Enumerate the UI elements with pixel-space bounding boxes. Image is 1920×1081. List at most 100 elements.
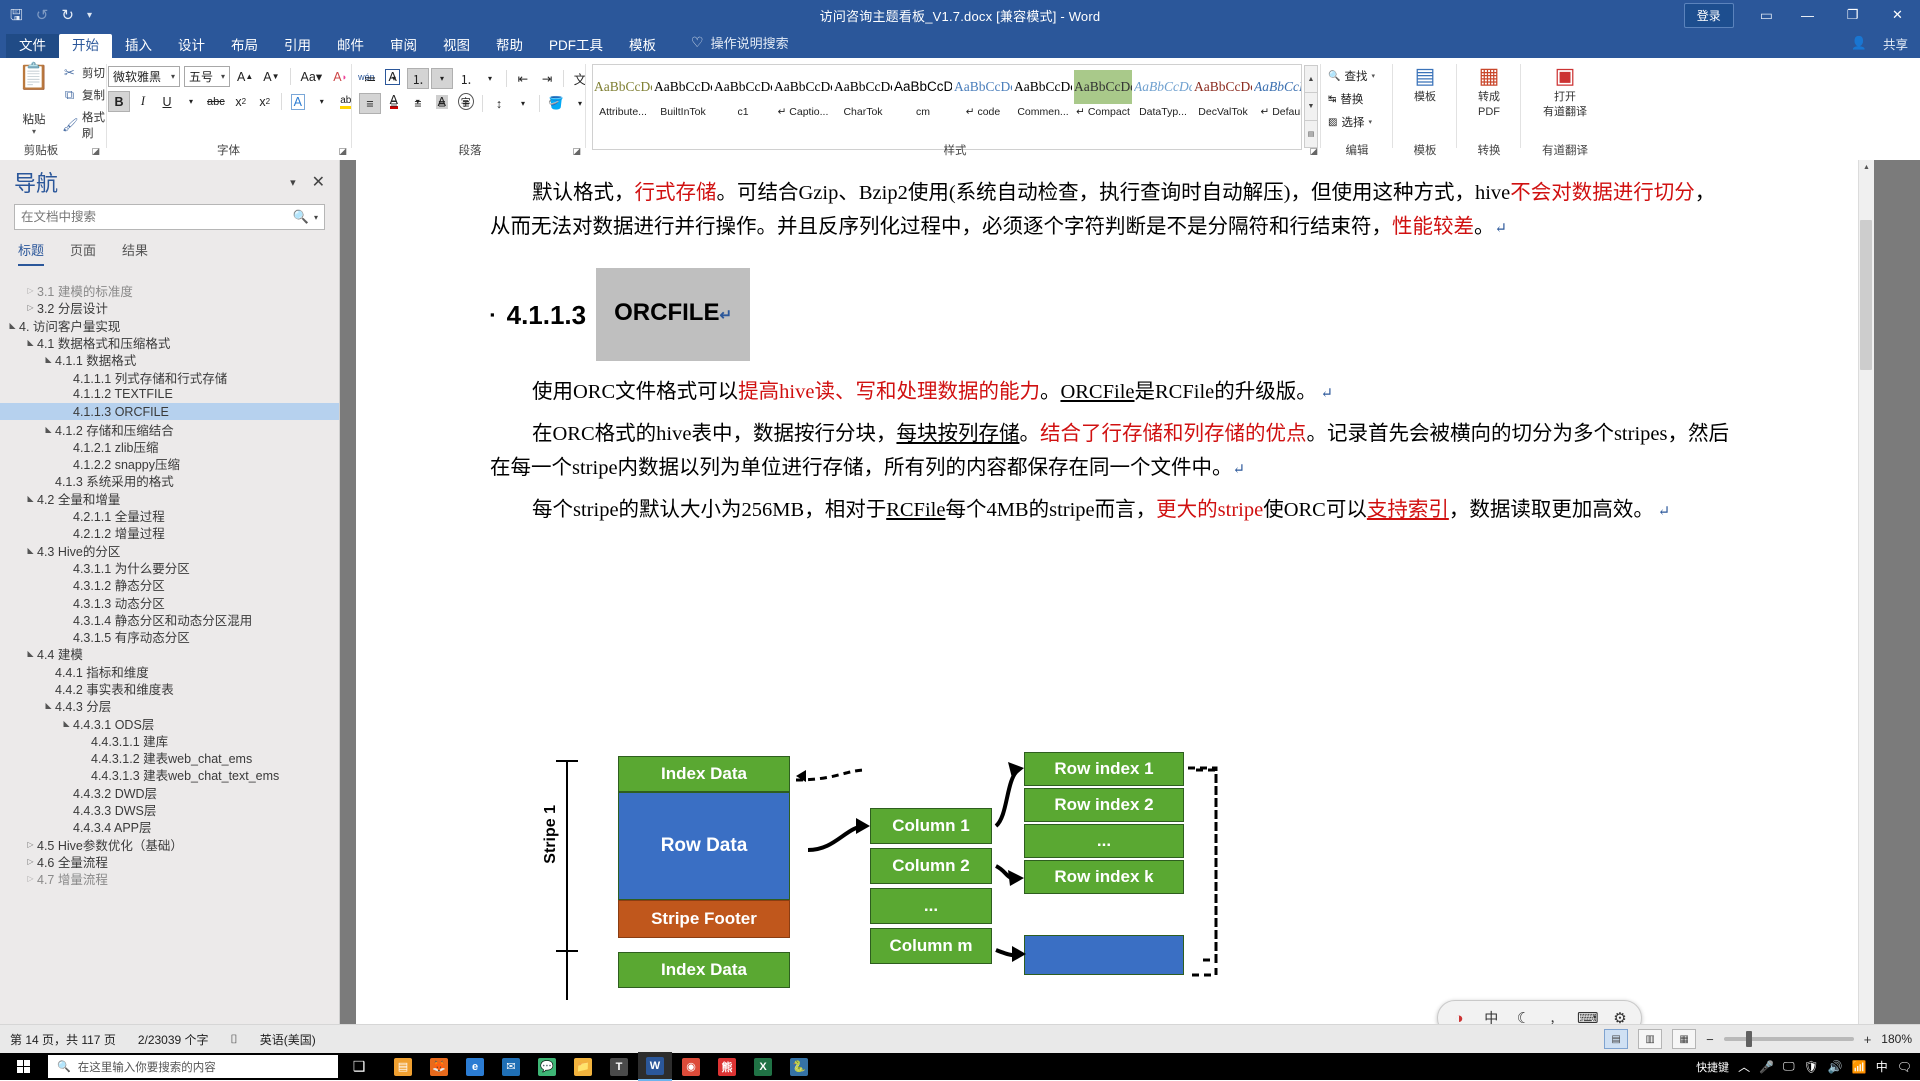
start-button[interactable] [0, 1053, 46, 1080]
language-indicator[interactable]: 英语(美国) [260, 1031, 316, 1048]
zoom-in-button[interactable]: + [1864, 1032, 1872, 1047]
nav-tree-item-1[interactable]: ▷ 3.2 分层设计 [0, 299, 339, 316]
numbering-button[interactable]: ⒈ [407, 68, 429, 89]
nav-tab-results[interactable]: 结果 [122, 240, 148, 266]
firefox-taskbar-icon[interactable]: 🦊 [422, 1053, 456, 1080]
align-center-button[interactable]: ≡ [383, 93, 405, 114]
select-chevron-down-icon[interactable]: ▾ [1368, 118, 1372, 126]
nav-tree-item-19[interactable]: ·4.3.1.4 静态分区和动态分区混用 [0, 611, 339, 628]
nav-tree-item-25[interactable]: ◢ 4.4.3.1 ODS层 [0, 714, 339, 732]
nav-tree-item-33[interactable]: ▷ 4.6 全量流程 [0, 853, 339, 870]
clipboard-dialog-launcher[interactable]: ◪ [91, 146, 100, 157]
line-spacing-chevron-down-icon[interactable]: ▾ [512, 93, 534, 114]
minimize-button[interactable]: — [1785, 0, 1830, 30]
navigation-search-box[interactable]: 🔍 ▾ [14, 204, 325, 230]
replace-button[interactable]: ↹ 替换 [1328, 91, 1375, 107]
nav-tree-item-14[interactable]: ·4.2.1.2 增量过程 [0, 524, 339, 541]
triangle-down-icon[interactable]: ◢ [6, 321, 19, 330]
search-options-chevron-down-icon[interactable]: ▾ [311, 213, 324, 222]
paragraph-orc-capability[interactable]: 使用ORC文件格式可以提高hive读、写和处理数据的能力。ORCFile是RCF… [490, 375, 1730, 411]
tab-review[interactable]: 审阅 [377, 34, 430, 59]
distribute-button[interactable]: ≡ [455, 93, 477, 114]
tab-layout[interactable]: 布局 [218, 34, 271, 59]
nav-tree-item-28[interactable]: ·4.4.3.1.3 建表web_chat_text_ems [0, 766, 339, 783]
nav-tree-item-11[interactable]: ·4.1.3 系统采用的格式 [0, 472, 339, 489]
nav-tree-item-9[interactable]: ·4.1.2.1 zlib压缩 [0, 438, 339, 455]
line-spacing-button[interactable]: ↕ [488, 93, 510, 114]
nav-tree-item-29[interactable]: ·4.4.3.2 DWD层 [0, 784, 339, 801]
increase-indent-button[interactable]: ⇥ [536, 68, 558, 89]
document-page[interactable]: 默认格式，行式存储。可结合Gzip、Bzip2使用(系统自动检查，执行查询时自动… [356, 160, 1874, 1025]
underline-chevron-down-icon[interactable]: ▾ [180, 91, 202, 112]
close-button[interactable]: ✕ [1875, 0, 1920, 30]
text-effects-chevron-down-icon[interactable]: ▾ [311, 91, 333, 112]
style-tile-8[interactable]: AaBbCcDdl ↵ Compact [1073, 65, 1133, 149]
triangle-down-icon[interactable]: ◢ [42, 355, 55, 364]
navigation-heading-tree[interactable]: ▷ 3.1 建模的标准度 ▷ 3.2 分层设计 ◢ 4. 访问客户量实现 ◢ 4.1 数据格式… [0, 280, 339, 1025]
tab-mailings[interactable]: 邮件 [324, 34, 377, 59]
style-tile-10[interactable]: AaBbCcDc DecValTok [1193, 65, 1253, 149]
style-tile-6[interactable]: AaBbCcDc ↵ code [953, 65, 1013, 149]
view-web-layout-icon[interactable]: ▥ [1638, 1029, 1663, 1049]
bold-button[interactable]: B [108, 91, 130, 112]
share-area[interactable]: 👤 共享 [1851, 34, 1908, 53]
triangle-down-icon[interactable]: ◢ [42, 425, 55, 434]
nav-tree-item-30[interactable]: ·4.4.3.3 DWS层 [0, 801, 339, 818]
wechat-taskbar-icon[interactable]: 💬 [530, 1053, 564, 1080]
nav-tree-item-5[interactable]: ·4.1.1.1 列式存储和行式存储 [0, 368, 339, 386]
nav-tree-item-27[interactable]: ·4.4.3.1.2 建表web_chat_ems [0, 749, 339, 766]
template-button[interactable]: ▤ 模板 [1400, 64, 1450, 104]
nav-tree-item-3[interactable]: ◢ 4.1 数据格式和压缩格式 [0, 334, 339, 351]
nav-tree-item-8[interactable]: ◢ 4.1.2 存储和压缩结合 [0, 420, 339, 438]
tab-home[interactable]: 开始 [59, 33, 112, 58]
zoom-slider[interactable] [1723, 1031, 1854, 1047]
styles-scroll-down-icon[interactable]: ▼ [1304, 92, 1318, 121]
nav-tree-item-15[interactable]: ◢ 4.3 Hive的分区 [0, 541, 339, 559]
nav-tab-headings[interactable]: 标题 [18, 240, 45, 266]
tab-design[interactable]: 设计 [165, 34, 218, 59]
grow-font-button[interactable]: A ▲ [234, 66, 256, 87]
cut-button[interactable]: ✂ 剪切 [62, 65, 106, 81]
font-dialog-launcher[interactable]: ◪ [338, 146, 347, 157]
italic-button[interactable]: I [132, 91, 154, 112]
tab-view[interactable]: 视图 [430, 34, 483, 59]
copy-button[interactable]: ⧉ 复制 [62, 87, 106, 103]
folder-taskbar-icon[interactable]: 📁 [566, 1053, 600, 1080]
paragraph-stripe-size[interactable]: 每个stripe的默认大小为256MB，相对于RCFile每个4MB的strip… [490, 493, 1730, 529]
style-tile-4[interactable]: AaBbCcDc CharTok [833, 65, 893, 149]
format-painter-button[interactable]: 🖌 格式刷 [62, 109, 106, 141]
search-icon[interactable]: 🔍 [291, 209, 311, 225]
styles-gallery-scroll[interactable]: ▲ ▼ ▤ [1304, 65, 1318, 148]
nav-tree-item-31[interactable]: ·4.4.3.4 APP层 [0, 818, 339, 835]
style-tile-5[interactable]: AaBbCcD cm [893, 65, 953, 149]
styles-dialog-launcher[interactable]: ◪ [1309, 146, 1318, 157]
search-input[interactable] [15, 210, 291, 224]
zoom-out-button[interactable]: − [1706, 1032, 1714, 1047]
triangle-right-icon[interactable]: ▷ [24, 840, 37, 849]
shading-button[interactable]: 🪣 [545, 93, 567, 114]
document-vertical-scrollbar[interactable]: ▲ [1858, 160, 1874, 1025]
nav-tree-item-18[interactable]: ·4.3.1.3 动态分区 [0, 593, 339, 611]
heading-text-selected[interactable]: ORCFILE↵ [596, 268, 751, 361]
style-tile-7[interactable]: AaBbCcDc Commen... [1013, 65, 1073, 149]
style-tile-0[interactable]: AaBbCcDc Attribute... [593, 65, 653, 149]
find-button[interactable]: 🔍 查找 ▾ [1328, 68, 1375, 84]
tab-template[interactable]: 模板 [616, 34, 669, 59]
font-family-chevron-down-icon[interactable]: ▾ [171, 72, 175, 81]
style-tile-3[interactable]: AaBbCcDc ↵ Captio... [773, 65, 833, 149]
ribbon-display-options-icon[interactable]: ▭ [1748, 7, 1785, 24]
chrome-taskbar-icon[interactable]: ◉ [674, 1053, 708, 1080]
navigation-chevron-down-icon[interactable]: ▾ [282, 172, 304, 193]
nav-tree-item-26[interactable]: ·4.4.3.1.1 建库 [0, 732, 339, 749]
paragraph-dialog-launcher[interactable]: ◪ [572, 146, 581, 157]
scrollbar-thumb[interactable] [1860, 220, 1872, 370]
paragraph-orc-stripes[interactable]: 在ORC格式的hive表中，数据按行分块，每块按列存储。结合了行存储和列存储的优… [490, 417, 1730, 487]
nav-tab-pages[interactable]: 页面 [70, 240, 96, 266]
tray-shield-icon[interactable]: 🛡 [1804, 1060, 1819, 1074]
nav-tree-item-13[interactable]: ·4.2.1.1 全量过程 [0, 507, 339, 524]
nav-tree-item-4[interactable]: ◢ 4.1.1 数据格式 [0, 351, 339, 368]
nav-tree-item-24[interactable]: ◢ 4.4.3 分层 [0, 697, 339, 714]
tray-screen-icon[interactable]: 🖵 [1783, 1059, 1795, 1074]
triangle-right-icon[interactable]: ▷ [24, 303, 37, 312]
text-effects-button[interactable]: A [287, 91, 309, 112]
